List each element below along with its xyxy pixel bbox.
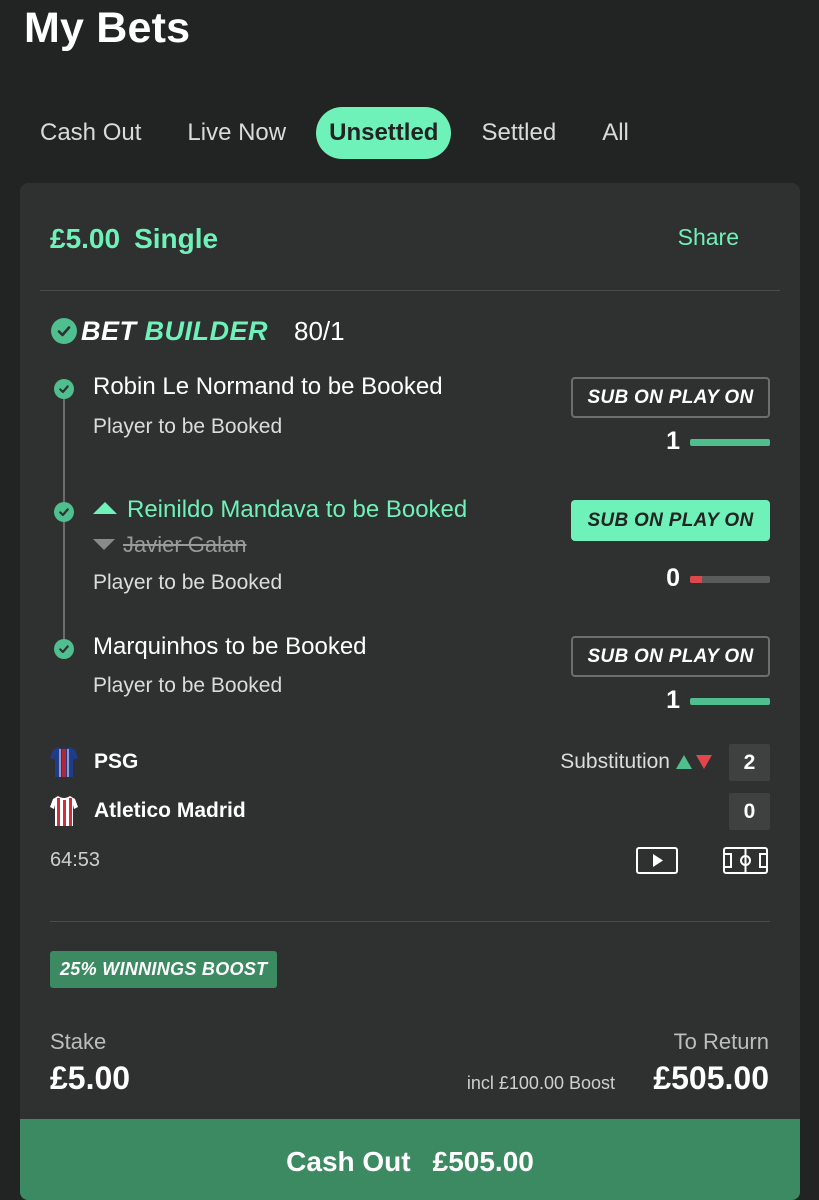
tab-live-now[interactable]: Live Now bbox=[171, 107, 302, 159]
page-title: My Bets bbox=[24, 4, 191, 52]
arrow-up-icon bbox=[93, 501, 117, 514]
tab-all[interactable]: All bbox=[586, 107, 645, 159]
home-score: 2 bbox=[729, 744, 770, 781]
leg-replaced-name: Javier Galan bbox=[123, 532, 247, 557]
leg-progress-fill bbox=[690, 698, 770, 705]
atletico-shirt-icon bbox=[50, 796, 78, 826]
bet-builder-header: BET BUILDER 80/1 bbox=[51, 316, 345, 346]
cash-out-button[interactable]: Cash Out £505.00 bbox=[20, 1119, 800, 1200]
leg-selection-name: Marquinhos to be Booked bbox=[93, 633, 367, 660]
divider bbox=[50, 921, 770, 922]
leg-progress-fill bbox=[690, 576, 702, 583]
check-circle-icon bbox=[54, 502, 74, 522]
bet-filter-tabs: Cash Out Live Now Unsettled Settled All bbox=[24, 107, 659, 159]
leg-progress-count: 1 bbox=[666, 427, 680, 455]
sub-on-play-on-badge: SUB ON PLAY ON bbox=[571, 377, 770, 418]
tab-settled[interactable]: Settled bbox=[465, 107, 572, 159]
leg-replaced-player: Javier Galan bbox=[93, 532, 247, 558]
away-score: 0 bbox=[729, 793, 770, 830]
bet-builder-label-builder: BUILDER bbox=[144, 315, 268, 346]
cash-out-amount: £505.00 bbox=[432, 1146, 534, 1177]
leg-selection-name: Robin Le Normand to be Booked bbox=[93, 373, 443, 400]
bet-builder-label-bet: BET bbox=[81, 315, 137, 346]
match-event-indicator: Substitution bbox=[560, 750, 712, 774]
sub-on-play-on-badge-active: SUB ON PLAY ON bbox=[571, 500, 770, 541]
winnings-boost-badge: 25% WINNINGS BOOST bbox=[50, 951, 278, 988]
bet-odds: 80/1 bbox=[294, 315, 345, 346]
leg-progress-count: 1 bbox=[666, 686, 680, 714]
triangle-down-icon bbox=[696, 755, 712, 769]
arrow-down-icon bbox=[93, 538, 115, 550]
stake-label: Stake bbox=[50, 1029, 107, 1054]
away-team-row: Atletico Madrid bbox=[50, 793, 246, 829]
bet-type: Single bbox=[134, 223, 219, 254]
share-link[interactable]: Share bbox=[678, 224, 739, 251]
match-clock: 64:53 bbox=[50, 849, 101, 871]
to-return-label: To Return bbox=[673, 1029, 769, 1054]
sub-on-play-on-badge: SUB ON PLAY ON bbox=[571, 636, 770, 677]
leg-market-name: Player to be Booked bbox=[93, 571, 283, 594]
leg-substitute-name: Reinildo Mandava to be Booked bbox=[127, 496, 468, 523]
leg-market-name: Player to be Booked bbox=[93, 415, 283, 438]
stake-value: £5.00 bbox=[50, 1060, 131, 1096]
tab-unsettled[interactable]: Unsettled bbox=[316, 107, 452, 159]
bet-stake-title: £5.00 bbox=[50, 223, 121, 254]
leg-progress-count: 0 bbox=[666, 564, 680, 592]
leg-progress-bar bbox=[690, 698, 770, 705]
check-circle-icon bbox=[54, 639, 74, 659]
video-icon[interactable] bbox=[636, 847, 678, 874]
leg-progress-fill bbox=[690, 439, 770, 446]
triangle-up-icon bbox=[676, 755, 692, 769]
leg-market-name: Player to be Booked bbox=[93, 674, 283, 697]
leg-progress-bar bbox=[690, 439, 770, 446]
divider bbox=[40, 290, 780, 291]
to-return-value: £505.00 bbox=[653, 1060, 769, 1096]
legs-timeline bbox=[63, 393, 65, 655]
home-team-row: PSG bbox=[50, 744, 138, 780]
match-event-label: Substitution bbox=[560, 750, 670, 773]
check-circle-icon bbox=[51, 318, 77, 344]
boost-note: incl £100.00 Boost bbox=[466, 1073, 615, 1093]
home-team-name: PSG bbox=[94, 750, 139, 773]
bet-card: £5.00 Single Share BET BUILDER 80/1 Robin… bbox=[20, 183, 800, 1200]
bet-title: £5.00 Single bbox=[50, 223, 218, 255]
psg-shirt-icon bbox=[50, 747, 78, 777]
leg-selection-name: Reinildo Mandava to be Booked bbox=[93, 496, 467, 524]
check-circle-icon bbox=[54, 379, 74, 399]
leg-progress-bar bbox=[690, 576, 770, 583]
cash-out-label: Cash Out bbox=[286, 1146, 411, 1177]
pitch-icon[interactable] bbox=[723, 847, 768, 874]
away-team-name: Atletico Madrid bbox=[94, 799, 246, 822]
tab-cash-out[interactable]: Cash Out bbox=[24, 107, 157, 159]
